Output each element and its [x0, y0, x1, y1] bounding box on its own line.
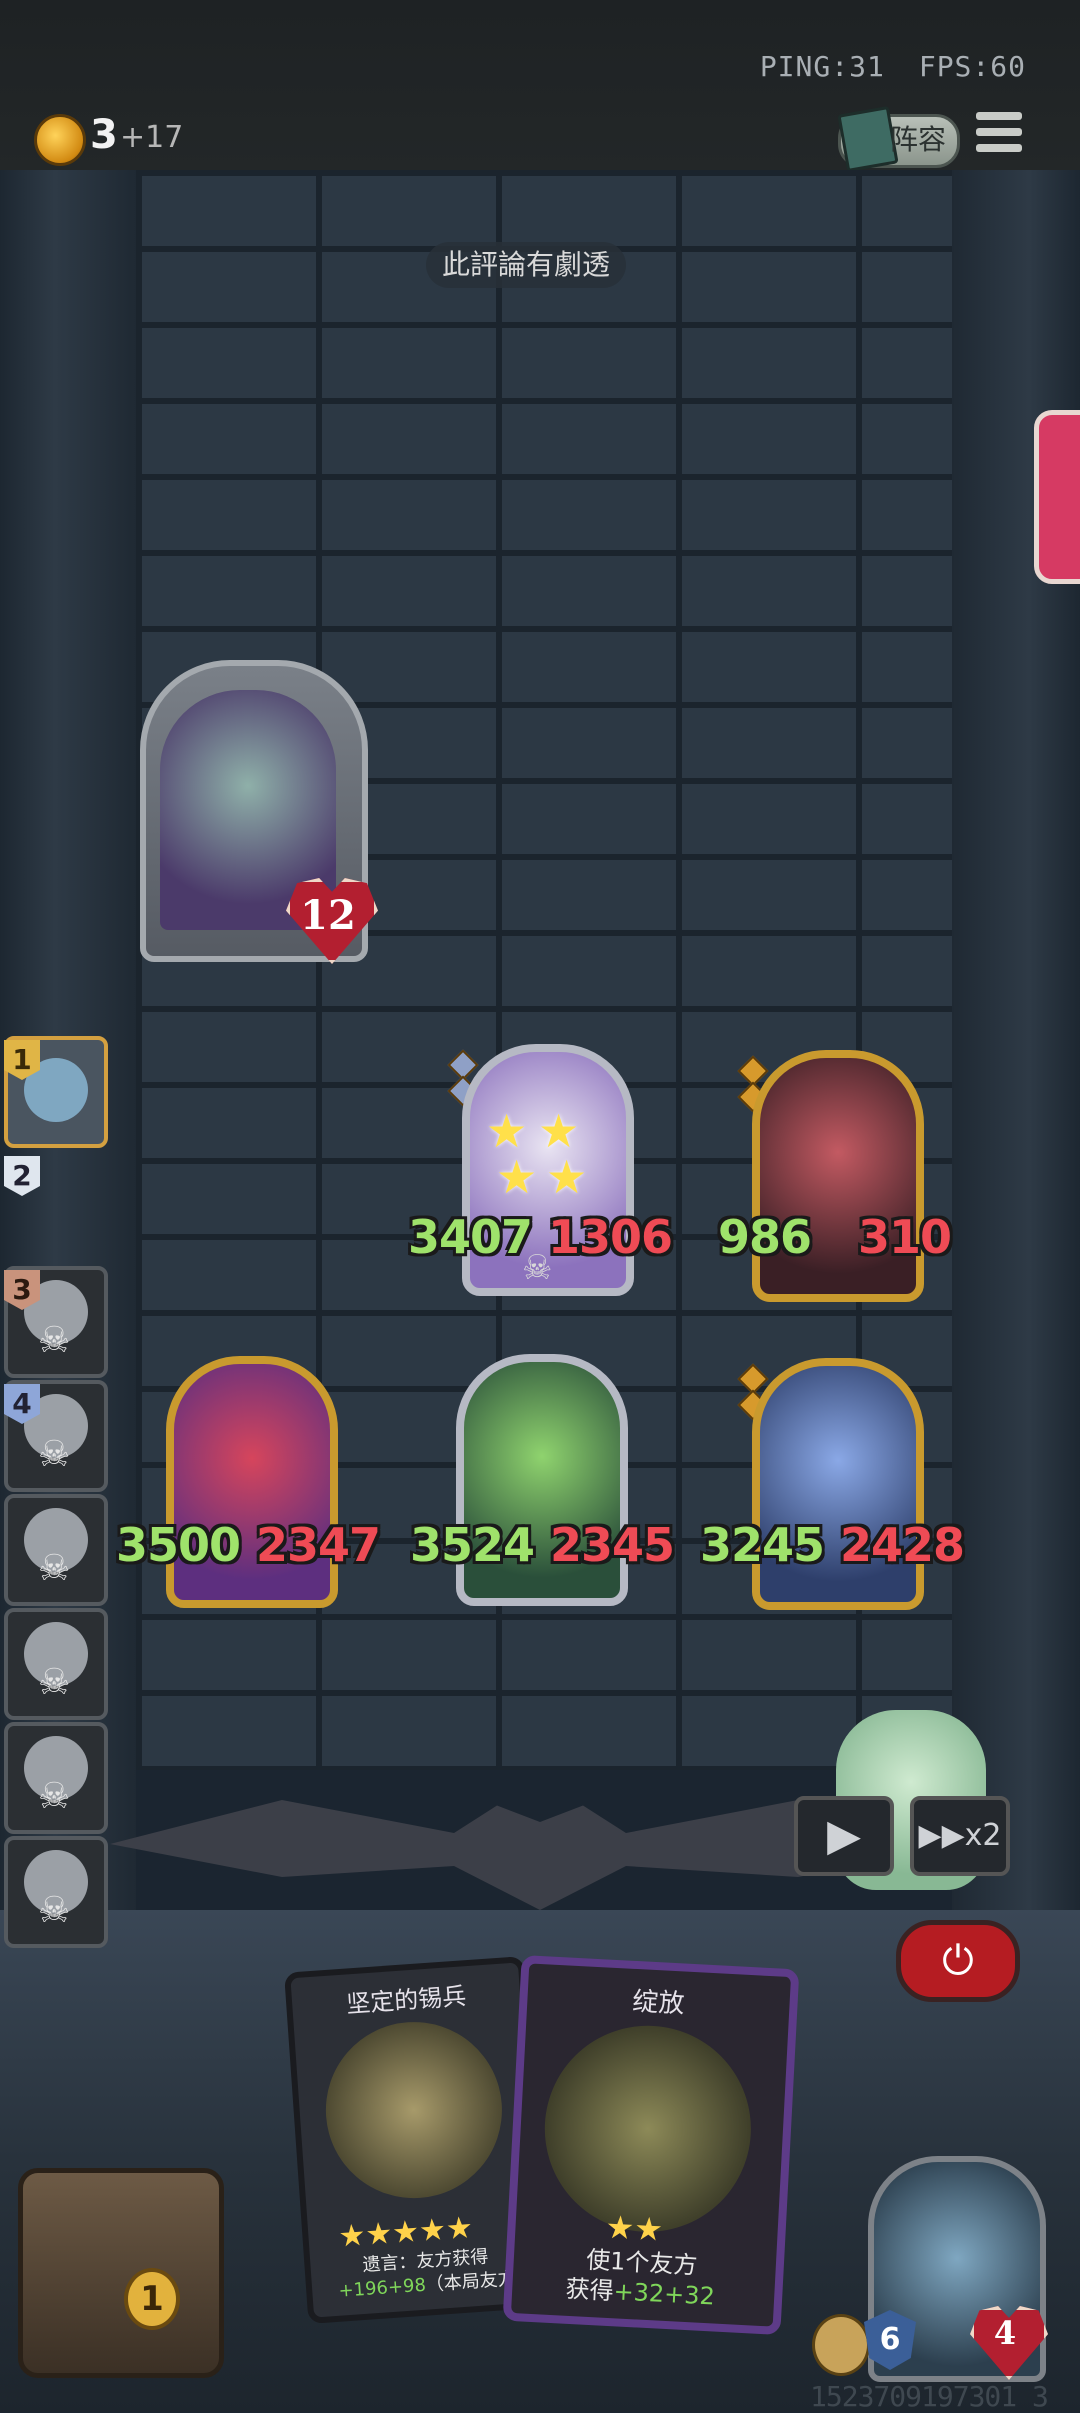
- unit-attack: 986: [718, 1210, 812, 1264]
- card-title: 绽放: [631, 1986, 686, 2020]
- card-art: [539, 2020, 757, 2238]
- unit-health: 2347: [256, 1518, 381, 1572]
- unit-health: 2428: [840, 1518, 965, 1572]
- hamburger-menu-icon[interactable]: [976, 112, 1022, 162]
- star-icon: ★: [546, 1150, 588, 1204]
- enemy-health: 12: [300, 892, 356, 939]
- card-art: [319, 2016, 508, 2204]
- gold-amount: 3: [90, 112, 118, 158]
- lineup-label: 阵容: [890, 123, 947, 156]
- unit-health: 2345: [550, 1518, 675, 1572]
- opponent-slot[interactable]: ☠: [4, 1494, 108, 1606]
- unit-card-rose-elf[interactable]: [752, 1050, 924, 1302]
- unit-attack: 3407: [408, 1210, 533, 1264]
- skull-icon: ☠: [38, 1890, 71, 1931]
- speed-x2-button[interactable]: ▶▶x2: [910, 1796, 1010, 1876]
- player-health: 4: [993, 2314, 1017, 2352]
- unit-health: 1306: [548, 1210, 673, 1264]
- unit-card-blue-elf[interactable]: [752, 1358, 924, 1610]
- skull-icon: ☠: [38, 1434, 71, 1475]
- player-id: 1523709197301 3: [810, 2380, 1049, 2413]
- play-button[interactable]: ▶: [794, 1796, 894, 1876]
- hand-card-bloom[interactable]: 绽放 ★★ 使1个友方 获得+32+32: [502, 1954, 800, 2336]
- skull-icon: ☠: [522, 1248, 553, 1288]
- skull-icon: ☠: [38, 1662, 71, 1703]
- fps-readout: FPS:60: [918, 50, 1026, 83]
- unit-attack: 3524: [410, 1518, 535, 1572]
- power-button[interactable]: ⏻: [896, 1920, 1020, 2002]
- card-title: 坚定的锡兵: [345, 1982, 468, 2019]
- network-stats: PING:31 FPS:60: [760, 50, 1026, 83]
- skull-icon: ☠: [38, 1548, 71, 1589]
- opponent-slot[interactable]: ☠: [4, 1608, 108, 1720]
- unit-attack: 3245: [700, 1518, 825, 1572]
- unit-health: 310: [858, 1210, 952, 1264]
- skull-icon: ☠: [38, 1776, 71, 1817]
- card-description: 使1个友方 获得+32+32: [518, 2241, 765, 2314]
- skull-icon: ☠: [38, 1320, 71, 1361]
- card-stars: ★★: [604, 2207, 664, 2249]
- tavern-level: 1: [124, 2268, 180, 2330]
- health-bonus: +98: [387, 2274, 427, 2299]
- card-desc-text: 获得: [564, 2274, 615, 2306]
- ping-readout: PING:31: [759, 50, 885, 83]
- gold-coin-icon: [34, 114, 86, 166]
- spoiler-tag: 此評論有劇透: [426, 242, 627, 288]
- gold-income: +17: [120, 120, 184, 155]
- opponent-slot[interactable]: ☠: [4, 1836, 108, 1948]
- hero-power-icon[interactable]: [812, 2314, 870, 2376]
- unit-attack: 3500: [116, 1518, 241, 1572]
- attack-bonus: +32: [612, 2277, 665, 2308]
- star-icon: ★: [496, 1150, 538, 1204]
- health-bonus: +32: [663, 2279, 716, 2311]
- opponent-slot[interactable]: ☠: [4, 1722, 108, 1834]
- tavern-upgrade-button[interactable]: [18, 2168, 224, 2378]
- side-tab-button[interactable]: [1034, 410, 1080, 584]
- attack-bonus: +196: [337, 2277, 389, 2302]
- card-desc-text: （本局友方: [425, 2268, 517, 2296]
